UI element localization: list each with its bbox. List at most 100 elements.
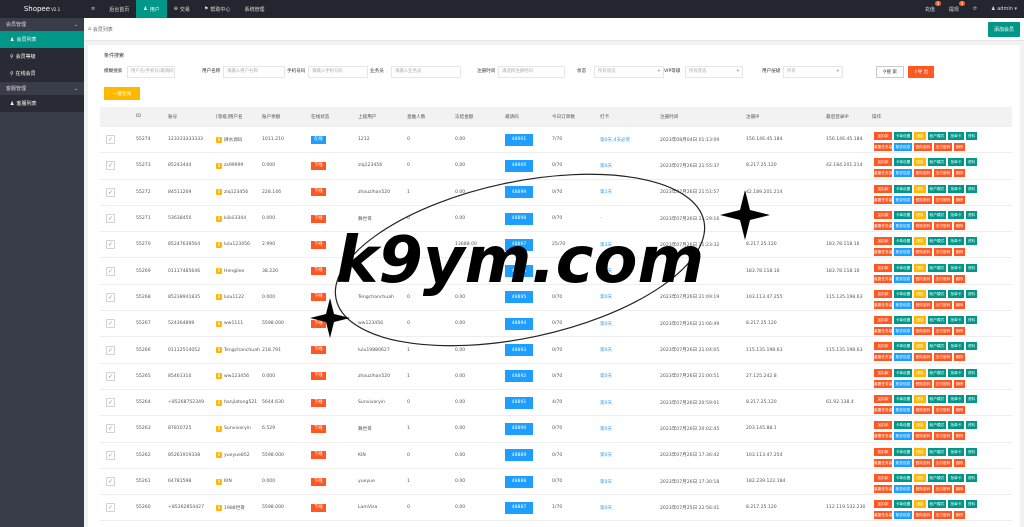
action-button[interactable]: 团队 [914, 132, 926, 140]
table-row[interactable]: ✓ 55262 85261919338 0 yueyue852 5598.000 下线 KIN… [100, 443, 1012, 469]
action-button[interactable]: 支付密码 [934, 379, 952, 388]
withdraw-link[interactable]: 提现 0 [942, 0, 966, 18]
nav-system[interactable]: 系统管理 [237, 0, 271, 18]
action-button[interactable]: 资料 [966, 237, 977, 246]
row-checkbox[interactable]: ✓ [106, 161, 115, 171]
action-button[interactable]: 重置任务量 [874, 143, 892, 151]
action-button[interactable]: 删除 [954, 432, 965, 441]
table-row[interactable]: ✓ 55264 +85268752349 0 hanjiatong521 5644.630… [100, 390, 1012, 417]
action-button[interactable]: 团队 [914, 184, 926, 193]
table-row[interactable]: ✓ 55267 524364899 0 ww1111 5598.000 下线 ww123456… [100, 311, 1012, 338]
row-checkbox[interactable]: ✓ [106, 503, 115, 513]
invite-code-button[interactable]: 48895 [505, 291, 533, 304]
action-button[interactable]: 帐户模式 [928, 447, 946, 456]
invite-code-button[interactable]: 48898 [505, 212, 533, 225]
action-button[interactable]: 登陆密码 [914, 248, 932, 257]
action-button[interactable]: 支付密码 [934, 195, 952, 204]
action-button[interactable]: 登陆密码 [914, 300, 932, 309]
action-button[interactable]: 加扣款 [874, 263, 892, 272]
checkin-link[interactable]: 第0天 [600, 373, 612, 379]
action-button[interactable]: 卡单设置 [894, 395, 912, 403]
user-tier-select[interactable]: 所有 [783, 66, 843, 78]
action-button[interactable]: 团队 [914, 342, 926, 351]
action-button[interactable]: 账变信息 [894, 300, 912, 309]
row-checkbox[interactable]: ✓ [106, 292, 115, 302]
action-button[interactable]: 资料 [966, 447, 977, 456]
invite-code-button[interactable]: 48893 [505, 344, 533, 357]
action-button[interactable]: 抢单卡 [948, 158, 964, 167]
checkin-link[interactable]: 第0天 [600, 268, 612, 274]
add-member-button[interactable]: 添加会员 [987, 21, 1020, 37]
action-button[interactable]: 重置任务量 [874, 432, 892, 441]
action-button[interactable]: 团队 [914, 395, 926, 403]
action-button[interactable]: 支付密码 [934, 143, 952, 151]
action-button[interactable]: 删除 [954, 274, 965, 283]
row-checkbox[interactable]: ✓ [106, 135, 115, 145]
action-button[interactable]: 加扣款 [874, 210, 892, 219]
action-button[interactable]: 团队 [914, 500, 926, 509]
action-button[interactable]: 登陆密码 [914, 406, 932, 414]
row-checkbox[interactable]: ✓ [106, 450, 115, 460]
action-button[interactable]: 团队 [914, 263, 926, 272]
action-button[interactable]: 资料 [966, 184, 977, 193]
action-button[interactable]: 卡单设置 [894, 289, 912, 298]
action-button[interactable]: 加扣款 [874, 289, 892, 298]
action-button[interactable]: 账变信息 [894, 143, 912, 151]
checkin-link[interactable]: 第0天 [600, 321, 612, 327]
admin-menu[interactable]: ♟ admin ▾ [984, 0, 1024, 18]
action-button[interactable]: 重置任务量 [874, 169, 892, 178]
action-button[interactable]: 登陆密码 [914, 353, 932, 362]
refresh-button[interactable]: ⟳ [966, 0, 984, 18]
action-button[interactable]: 帐户模式 [928, 368, 946, 377]
checkin-link[interactable]: 第0天 [600, 400, 612, 406]
action-button[interactable]: 资料 [966, 342, 977, 351]
action-button[interactable]: 资料 [966, 210, 977, 219]
action-button[interactable]: 支付密码 [934, 484, 952, 493]
action-button[interactable]: 加扣款 [874, 316, 892, 325]
action-button[interactable]: 删除 [954, 169, 965, 178]
checkin-link[interactable]: 第1天 [600, 189, 612, 195]
action-button[interactable]: 支付密码 [934, 327, 952, 336]
checkin-link[interactable]: 第0天 [600, 479, 612, 485]
table-row[interactable]: ✓ 55272 84511269 0 zlq123456 228.146 下线 zhouzih… [100, 180, 1012, 206]
action-button[interactable]: 支付密码 [934, 300, 952, 309]
action-button[interactable]: 资料 [966, 132, 977, 140]
action-button[interactable]: 支付密码 [934, 353, 952, 362]
action-button[interactable]: 帐户模式 [928, 132, 946, 140]
action-button[interactable]: 账变信息 [894, 511, 912, 520]
table-row[interactable]: ✓ 55266 01112514052 0 Tengchanchuah 218.791 下线… [100, 337, 1012, 364]
action-button[interactable]: 帐户模式 [928, 184, 946, 193]
action-button[interactable]: 团队 [914, 158, 926, 167]
action-button[interactable]: 账变信息 [894, 221, 912, 230]
action-button[interactable]: 登陆密码 [914, 143, 932, 151]
action-button[interactable]: 加扣款 [874, 184, 892, 193]
invite-code-button[interactable]: 48889 [505, 449, 533, 462]
checkin-link[interactable]: 第3天 [600, 242, 612, 248]
status-select[interactable]: 所有状态 [594, 66, 664, 78]
action-button[interactable]: 登陆密码 [914, 221, 932, 230]
action-button[interactable]: 登陆密码 [914, 195, 932, 204]
action-button[interactable]: 抢单卡 [948, 447, 964, 456]
action-button[interactable]: 资料 [966, 289, 977, 298]
phone-input[interactable]: 请输入手机号码 [308, 66, 368, 78]
action-button[interactable]: 删除 [954, 511, 965, 520]
action-button[interactable]: 加扣款 [874, 473, 892, 482]
row-checkbox[interactable]: ✓ [106, 214, 115, 224]
invite-code-button[interactable]: 48896 [505, 265, 533, 278]
action-button[interactable]: 账变信息 [894, 248, 912, 257]
table-row[interactable]: ✓ 55271 53638450 0 kiikii3344 0.000 下线 舞世哥 0 0.00… [100, 206, 1012, 233]
action-button[interactable]: 重置任务量 [874, 221, 892, 230]
action-button[interactable]: 帐户模式 [928, 237, 946, 246]
action-button[interactable]: 卡单设置 [894, 500, 912, 509]
checkin-link[interactable]: - [600, 216, 602, 221]
row-checkbox[interactable]: ✓ [106, 319, 115, 329]
action-button[interactable]: 抢单卡 [948, 237, 964, 246]
nav-home[interactable]: 后台首页 [102, 0, 136, 18]
table-row[interactable]: ✓ 55270 85247639564 0 lulu123456 2.990 下线 0 1368… [100, 232, 1012, 259]
action-button[interactable]: 团队 [914, 473, 926, 482]
action-button[interactable]: 资料 [966, 500, 977, 509]
action-button[interactable]: 帐户模式 [928, 473, 946, 482]
table-row[interactable]: ✓ 55274 123333333333 0 肆水源码 1011.210 在线 1212 0 0.… [100, 127, 1012, 154]
action-button[interactable]: 账变信息 [894, 327, 912, 336]
action-button[interactable]: 抢单卡 [948, 263, 964, 272]
